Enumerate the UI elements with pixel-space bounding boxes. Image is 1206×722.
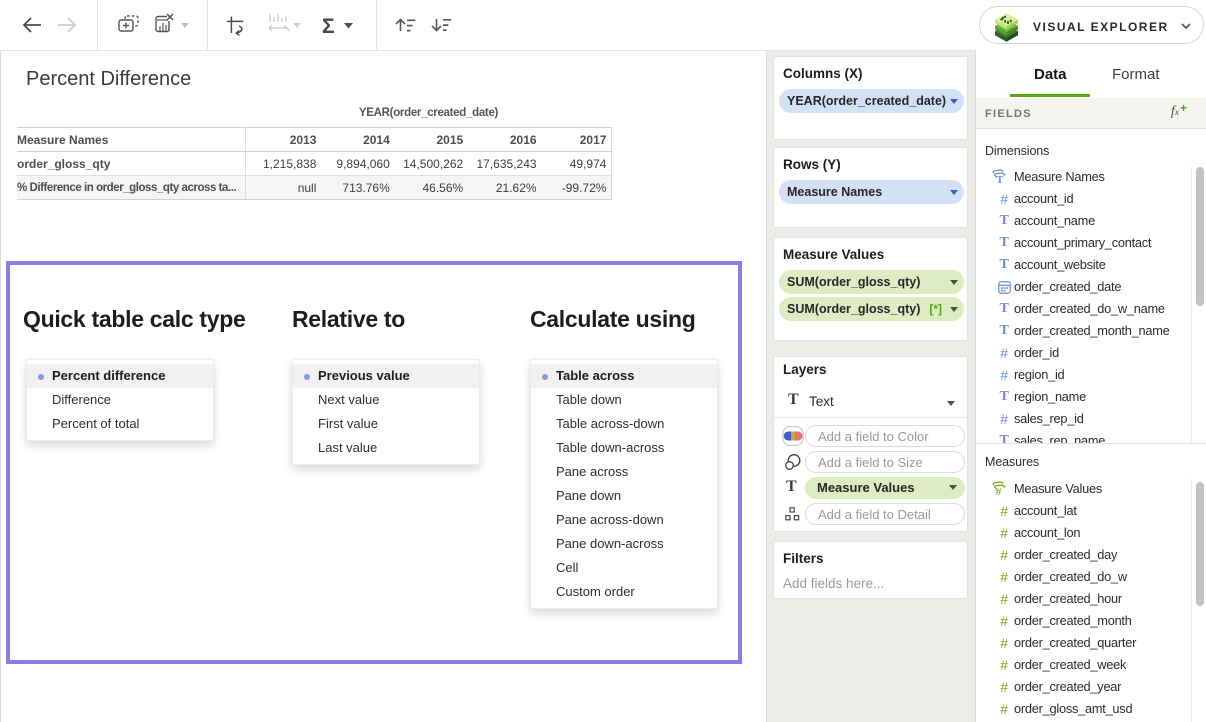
svg-text:#: #	[996, 486, 1002, 496]
svg-text:T: T	[996, 175, 1003, 184]
svg-text:Σ: Σ	[322, 15, 335, 38]
